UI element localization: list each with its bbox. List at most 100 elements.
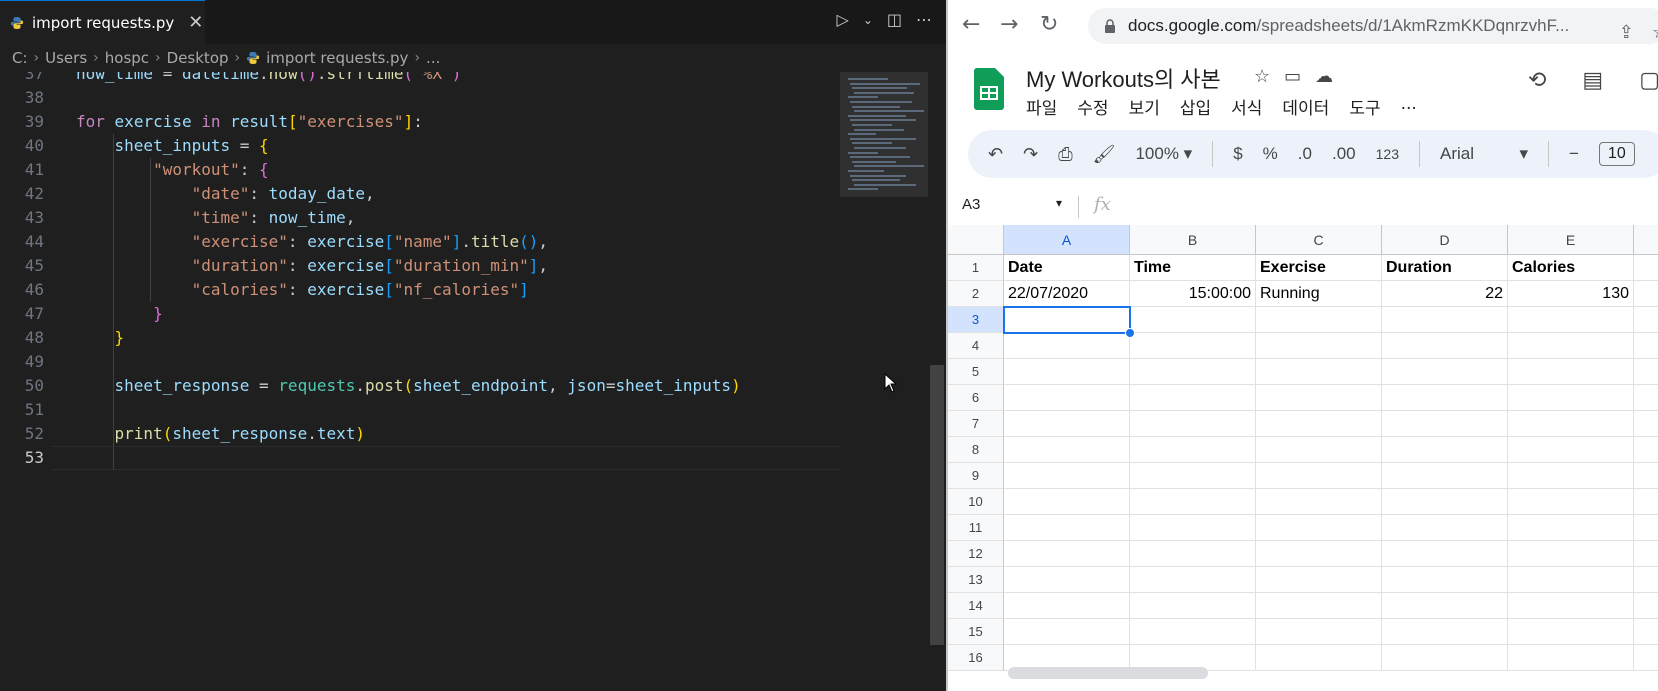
code-line[interactable]: 39 for exercise in result["exercises"]: bbox=[0, 110, 840, 134]
cell[interactable] bbox=[1634, 255, 1658, 281]
cloud-saved-icon[interactable]: ☁ bbox=[1315, 66, 1333, 87]
cell[interactable] bbox=[1508, 437, 1634, 463]
select-all-corner[interactable] bbox=[948, 225, 1004, 255]
cell[interactable] bbox=[1256, 489, 1382, 515]
spreadsheet-grid[interactable]: A B C D E 1 Date Time Exercise Duration Calories 2 2… bbox=[948, 225, 1658, 671]
font-select[interactable]: Arial ▾ bbox=[1440, 144, 1528, 164]
cell[interactable] bbox=[1634, 619, 1658, 645]
breadcrumb-drive[interactable]: C: bbox=[12, 49, 28, 67]
cell[interactable]: 130 bbox=[1508, 281, 1634, 307]
cell[interactable]: 22/07/2020 bbox=[1004, 281, 1130, 307]
cell[interactable] bbox=[1256, 567, 1382, 593]
cell[interactable] bbox=[1004, 359, 1130, 385]
column-header-a[interactable]: A bbox=[1004, 225, 1130, 255]
code-line[interactable]: 46 "calories": exercise["nf_calories"] bbox=[0, 278, 840, 302]
menu-data[interactable]: 데이터 bbox=[1282, 94, 1329, 119]
row-header-12[interactable]: 12 bbox=[948, 541, 1004, 567]
version-history-icon[interactable]: ⟲ bbox=[1528, 68, 1546, 93]
cell[interactable] bbox=[1634, 593, 1658, 619]
print-icon[interactable]: ⎙ bbox=[1058, 144, 1072, 165]
code-line[interactable]: 37 now_time = datetime.now().strftime("%X… bbox=[0, 72, 840, 86]
column-header-c[interactable]: C bbox=[1256, 225, 1382, 255]
column-header-d[interactable]: D bbox=[1382, 225, 1508, 255]
cell[interactable] bbox=[1004, 489, 1130, 515]
cell[interactable] bbox=[1508, 359, 1634, 385]
cell[interactable] bbox=[1634, 463, 1658, 489]
zoom-select[interactable]: 100% ▾ bbox=[1135, 144, 1192, 164]
breadcrumb-users[interactable]: Users bbox=[45, 49, 87, 67]
cell[interactable]: Date bbox=[1004, 255, 1130, 281]
cell[interactable] bbox=[1508, 593, 1634, 619]
cell[interactable] bbox=[1382, 593, 1508, 619]
cell[interactable] bbox=[1508, 411, 1634, 437]
cell[interactable] bbox=[1130, 567, 1256, 593]
cell[interactable] bbox=[1130, 619, 1256, 645]
currency-format-button[interactable]: $ bbox=[1233, 144, 1242, 164]
code-line[interactable]: 42 "date": today_date, bbox=[0, 182, 840, 206]
breadcrumb-symbol[interactable]: ... bbox=[426, 49, 440, 67]
cell[interactable] bbox=[1634, 385, 1658, 411]
bookmark-star-icon[interactable]: ☆ bbox=[1652, 22, 1658, 43]
column-header-e[interactable]: E bbox=[1508, 225, 1634, 255]
cell[interactable] bbox=[1256, 411, 1382, 437]
cell[interactable] bbox=[1256, 359, 1382, 385]
cell[interactable] bbox=[1634, 333, 1658, 359]
cell[interactable] bbox=[1130, 437, 1256, 463]
cell[interactable]: Duration bbox=[1382, 255, 1508, 281]
cell[interactable] bbox=[1130, 593, 1256, 619]
name-box[interactable]: A3 ▾ bbox=[962, 196, 1062, 213]
cell[interactable] bbox=[1634, 359, 1658, 385]
cell[interactable] bbox=[1004, 463, 1130, 489]
tab-import-requests[interactable]: import requests.py ✕ bbox=[0, 0, 205, 44]
percent-format-button[interactable]: % bbox=[1263, 144, 1278, 164]
menu-more[interactable]: ... bbox=[1401, 94, 1417, 119]
menu-format[interactable]: 서식 bbox=[1231, 94, 1262, 119]
redo-icon[interactable]: ↷ bbox=[1023, 144, 1038, 165]
cell[interactable] bbox=[1508, 307, 1634, 333]
cell[interactable] bbox=[1004, 593, 1130, 619]
cell[interactable] bbox=[1382, 645, 1508, 671]
cell[interactable]: Calories bbox=[1508, 255, 1634, 281]
code-line[interactable]: 48 } bbox=[0, 326, 840, 350]
chevron-down-icon[interactable]: ⌄ bbox=[863, 13, 873, 27]
cell[interactable] bbox=[1004, 437, 1130, 463]
font-size-input[interactable]: 10 bbox=[1598, 142, 1635, 166]
code-line[interactable]: 43 "time": now_time, bbox=[0, 206, 840, 230]
star-icon[interactable]: ☆ bbox=[1254, 66, 1270, 87]
menu-edit[interactable]: 수정 bbox=[1077, 94, 1108, 119]
cell[interactable] bbox=[1382, 437, 1508, 463]
cell[interactable] bbox=[1130, 307, 1256, 333]
breadcrumb-file[interactable]: import requests.py bbox=[266, 49, 408, 67]
fill-handle[interactable] bbox=[1125, 328, 1135, 338]
cell[interactable] bbox=[1382, 359, 1508, 385]
code-line[interactable]: 53 bbox=[0, 446, 840, 470]
cell[interactable] bbox=[1382, 307, 1508, 333]
code-line[interactable]: 51 bbox=[0, 398, 840, 422]
cell[interactable] bbox=[1256, 619, 1382, 645]
cell[interactable] bbox=[1256, 593, 1382, 619]
cell[interactable] bbox=[1004, 567, 1130, 593]
cell[interactable] bbox=[1004, 515, 1130, 541]
meet-icon[interactable]: ▢ bbox=[1639, 68, 1658, 93]
cell[interactable] bbox=[1130, 385, 1256, 411]
code-line[interactable]: 41 "workout": { bbox=[0, 158, 840, 182]
editor-scrollbar[interactable] bbox=[928, 72, 946, 691]
cell[interactable] bbox=[1508, 463, 1634, 489]
share-icon[interactable]: ⇪ bbox=[1619, 22, 1634, 43]
cell[interactable] bbox=[1004, 411, 1130, 437]
cell[interactable] bbox=[1634, 515, 1658, 541]
row-header-15[interactable]: 15 bbox=[948, 619, 1004, 645]
cell[interactable]: 15:00:00 bbox=[1130, 281, 1256, 307]
cell[interactable] bbox=[1634, 411, 1658, 437]
cell[interactable] bbox=[1256, 307, 1382, 333]
row-header-14[interactable]: 14 bbox=[948, 593, 1004, 619]
cell[interactable] bbox=[1382, 541, 1508, 567]
forward-icon[interactable]: → bbox=[1000, 12, 1018, 37]
cell[interactable] bbox=[1256, 463, 1382, 489]
row-header-7[interactable]: 7 bbox=[948, 411, 1004, 437]
code-line[interactable]: 50 sheet_response = requests.post(sheet_… bbox=[0, 374, 840, 398]
row-header-13[interactable]: 13 bbox=[948, 567, 1004, 593]
cell[interactable] bbox=[1382, 619, 1508, 645]
breadcrumb-desktop[interactable]: Desktop bbox=[167, 49, 229, 67]
more-actions-icon[interactable]: ⋯ bbox=[916, 10, 932, 29]
